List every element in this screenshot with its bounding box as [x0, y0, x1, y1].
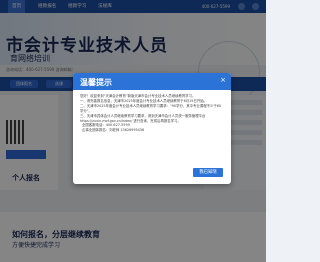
confirm-button[interactable]: 我已知晓 — [193, 168, 223, 177]
close-icon[interactable]: × — [220, 76, 226, 84]
modal-body: 您好！欢迎来到“天津会计教育”新版天津市会计专业技术人员继续教育学习。 一、请完… — [73, 90, 231, 133]
contact-office: 企事业团体报名：刘老师 13626995436 — [82, 128, 145, 133]
modal-paragraph: 二、天津市2025年度会计专业技术人员继续教育学习要求：“90学分，其中专业课程… — [80, 103, 222, 113]
notice-modal: 温馨提示 × 您好！欢迎来到“天津会计教育”新版天津市会计专业技术人员继续教育学… — [73, 73, 231, 184]
modal-header: 温馨提示 × — [73, 73, 231, 90]
modal-title: 温馨提示 — [80, 78, 112, 87]
modal-paragraph: 三、天津市具体会计人员继续教育学习要求，请到天津市会计人员统一服务管理平台 ht… — [80, 113, 206, 123]
